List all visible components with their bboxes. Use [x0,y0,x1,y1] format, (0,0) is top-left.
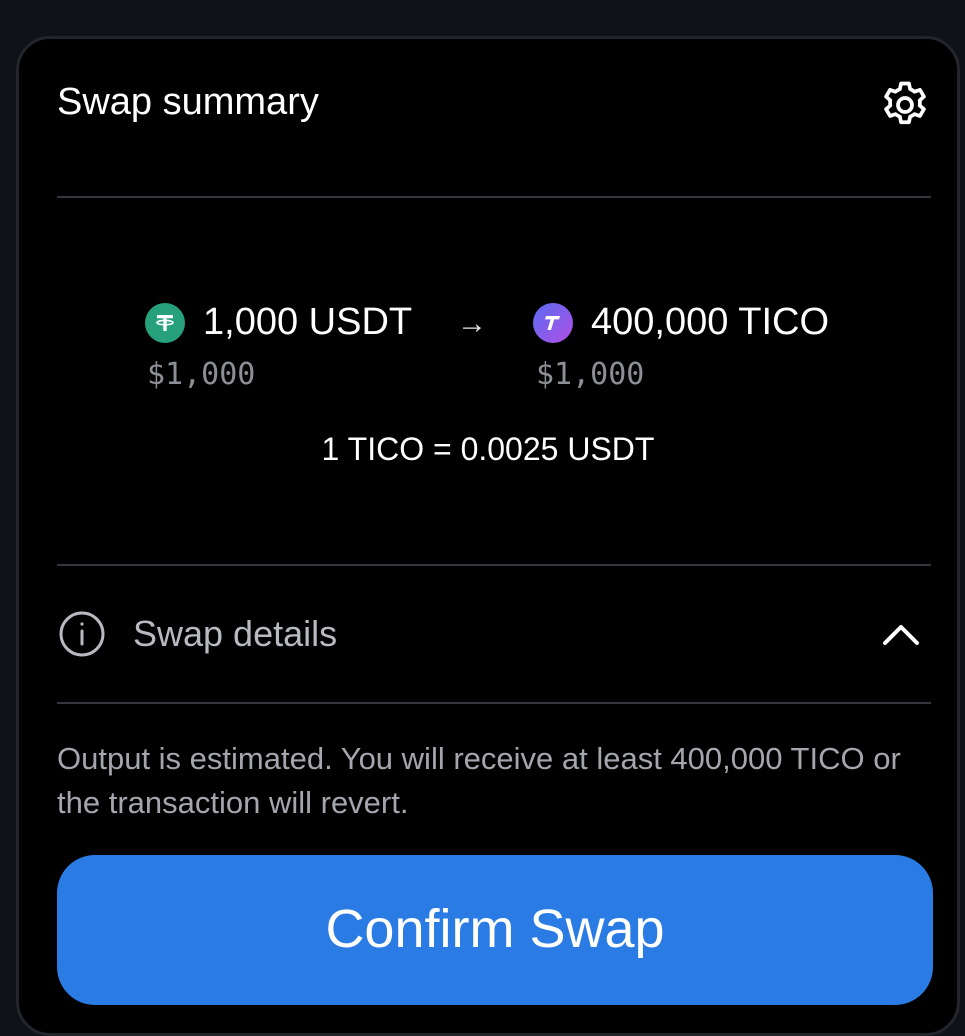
header-divider [57,196,931,198]
tico-icon [533,302,573,343]
arrow-right-icon: → [457,307,487,340]
chevron-up-icon[interactable] [879,615,923,655]
page-title: Swap summary [57,81,319,123]
to-amount: 400,000 TICO [591,301,830,343]
details-divider [57,702,931,704]
to-usd-value: $1,000 [536,357,645,392]
from-token: 1,000 USDT [145,301,412,344]
swap-details-toggle[interactable]: Swap details [57,609,931,661]
from-usd-value: $1,000 [147,357,256,392]
rate-divider [57,564,931,566]
from-amount: 1,000 USDT [203,301,413,343]
estimate-note: Output is estimated. You will receive at… [57,741,901,820]
swap-details-label: Swap details [133,613,338,654]
exchange-rate: 1 TICO = 0.0025 USDT [321,431,655,467]
to-token: 400,000 TICO [533,301,829,344]
swap-summary-card: Swap summary 1,000 USDT $1,000 → 400,000… [16,36,960,1036]
tether-icon [145,302,185,343]
info-icon [59,611,105,657]
confirm-swap-button[interactable]: Confirm Swap [57,855,933,1005]
gear-icon[interactable] [877,77,933,133]
